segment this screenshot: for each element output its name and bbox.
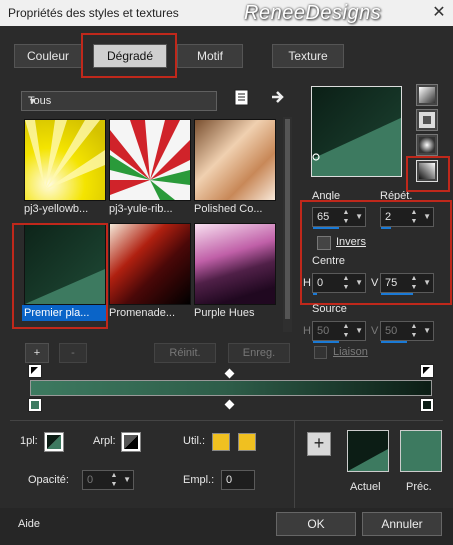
rectangular-gradient-style-icon[interactable] (416, 109, 438, 131)
bottom-stop-start[interactable] (28, 398, 42, 412)
cancel-button[interactable]: Annuler (362, 512, 442, 536)
tab-couleur[interactable]: Couleur (14, 44, 82, 68)
opacity-label: Opacité: (28, 474, 69, 486)
source-h-label: H (303, 325, 311, 337)
highlight-degrade-tab (81, 33, 177, 78)
user-color-swatch[interactable] (212, 433, 230, 451)
ok-button[interactable]: OK (276, 512, 356, 536)
source-v-stepper[interactable]: 50 ▲ ▼ ▼ (380, 321, 434, 343)
gradient-thumb-purple[interactable] (194, 223, 276, 305)
top-marker-start[interactable] (28, 364, 42, 378)
remove-gradient-button[interactable]: - (59, 343, 87, 363)
previous-label: Préc. (406, 481, 432, 493)
highlight-style-icon (406, 156, 450, 192)
add-swatch-button[interactable]: + (307, 432, 331, 456)
tab-texture[interactable]: Texture (272, 44, 344, 68)
background-label: Arpl: (93, 435, 116, 447)
chevron-down-icon: ▼ (28, 96, 37, 106)
position-field[interactable]: 0 (221, 470, 255, 490)
gradient-label: Promenade... (109, 307, 176, 319)
foreground-label: 1pl: (20, 435, 38, 447)
link-label: Liaison (333, 346, 368, 358)
gradient-thumb-yellow[interactable] (24, 119, 106, 201)
user-color-swatch-2[interactable] (238, 433, 256, 451)
tab-bar: Couleur Dégradé Motif Texture (0, 38, 453, 74)
background-stop-swatch[interactable] (121, 432, 141, 452)
gradient-category-select[interactable]: Tous ▼ (21, 91, 217, 111)
scrollbar-thumb[interactable] (285, 119, 290, 319)
divider-vertical (294, 420, 295, 510)
gradient-thumb-polished[interactable] (194, 119, 276, 201)
tab-motif[interactable]: Motif (177, 44, 243, 68)
top-marker-end[interactable] (420, 364, 434, 378)
user-label: Util.: (183, 435, 205, 447)
arrow-right-icon[interactable] (270, 89, 286, 105)
file-list-icon[interactable] (234, 89, 250, 107)
midpoint-bottom[interactable] (224, 399, 235, 410)
sunburst-gradient-style-icon[interactable] (416, 134, 438, 156)
reset-button[interactable]: Réinit. (154, 343, 216, 363)
add-gradient-button[interactable]: + (25, 343, 49, 363)
help-link[interactable]: Aide (18, 518, 40, 530)
foreground-stop-swatch[interactable] (44, 432, 64, 452)
save-button[interactable]: Enreg. (228, 343, 290, 363)
previous-swatch[interactable] (400, 430, 442, 472)
title-bar: Propriétés des styles et textures ReneeD… (0, 0, 453, 26)
current-label: Actuel (350, 481, 381, 493)
midpoint-top[interactable] (224, 368, 235, 379)
gradient-list-scrollbar[interactable] (283, 117, 292, 332)
position-label: Empl.: (183, 474, 215, 486)
gradient-thumb-yule[interactable] (109, 119, 191, 201)
gradient-label: pj3-yellowb... (24, 203, 89, 215)
source-v-label: V (371, 325, 379, 337)
gradient-strip[interactable] (30, 380, 432, 396)
gradient-label: Polished Co... (194, 203, 263, 215)
gradient-label: Purple Hues (194, 307, 255, 319)
highlight-selected-gradient (12, 223, 108, 329)
gradient-thumb-promenade[interactable] (109, 223, 191, 305)
gradient-label: pj3-yule-rib... (109, 203, 173, 215)
bottom-stop-end[interactable] (420, 398, 434, 412)
link-checkbox[interactable] (314, 346, 327, 359)
source-h-stepper[interactable]: 50 ▲ ▼ ▼ (312, 321, 366, 343)
source-label: Source (312, 303, 347, 315)
current-swatch[interactable] (347, 430, 389, 472)
linear-gradient-style-icon[interactable] (416, 84, 438, 106)
gradient-preview[interactable] (311, 86, 402, 177)
opacity-stepper[interactable]: 0 ▲ ▼ ▼ (82, 470, 134, 490)
gradient-editor (28, 364, 434, 412)
window-title: Propriétés des styles et textures (8, 6, 179, 20)
highlight-parameters (300, 200, 452, 305)
divider (10, 420, 443, 421)
watermark-logo: ReneeDesigns (244, 2, 382, 24)
close-icon[interactable]: ✕ (428, 2, 450, 24)
